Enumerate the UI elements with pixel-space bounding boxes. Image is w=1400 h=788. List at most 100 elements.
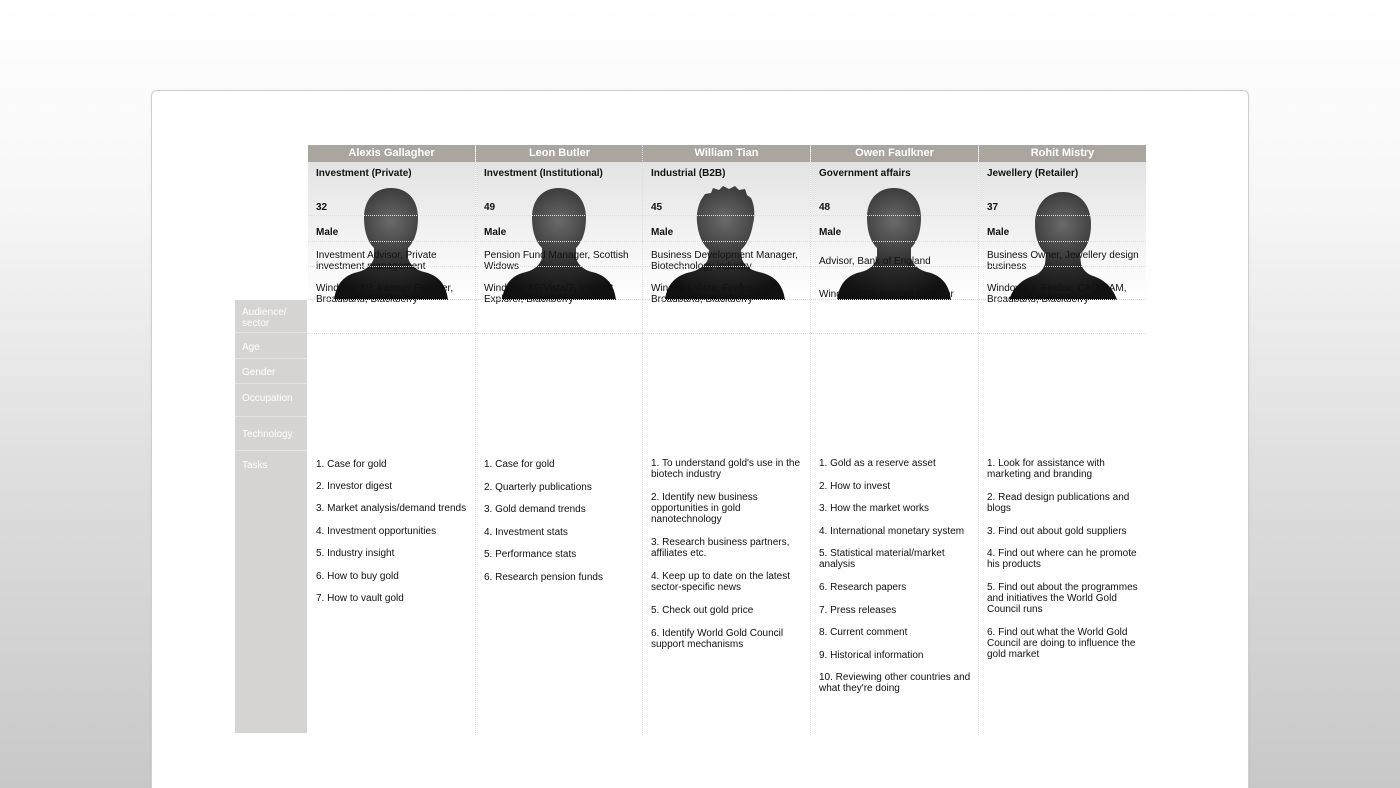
task-item: 5. Performance stats	[484, 549, 577, 560]
task-item: 1. Case for gold	[316, 459, 387, 470]
persona-age: 49	[484, 202, 496, 213]
column-divider	[475, 145, 476, 735]
row-divider	[811, 299, 978, 300]
task-item: 4. International monetary system	[819, 526, 965, 537]
row-divider	[979, 333, 1146, 334]
task-item: 3. Gold demand trends	[484, 504, 586, 515]
task-item: 5. Find out about the programmes and ini…	[987, 582, 1138, 615]
task-item: 5. Check out gold price	[651, 605, 754, 616]
task-item: 6. Research papers	[819, 582, 907, 593]
column-divider	[810, 145, 811, 735]
persona-technology: Windows XP/Vista/7, Internet Explorer, B…	[484, 283, 614, 305]
persona-column: Alexis Gallagher Investment (Private) 32 Ma…	[308, 145, 475, 735]
row-divider	[476, 266, 643, 267]
row-label-gender: Gender	[235, 359, 307, 384]
row-divider	[643, 241, 810, 242]
persona-name: Alexis Gallagher	[308, 145, 475, 162]
persona-occupation: Pension Fund Manager, Scottish Widows	[484, 250, 629, 272]
task-item: 3. Find out about gold suppliers	[987, 526, 1127, 537]
persona-occupation: Investment Advisor, Private investment m…	[316, 250, 437, 272]
persona-gender: Male	[316, 227, 339, 238]
column-divider	[978, 145, 979, 735]
row-label-occupation: Occupation	[235, 384, 307, 417]
task-item: 7. Press releases	[819, 605, 897, 616]
task-item: 8. Current comment	[819, 627, 908, 638]
row-divider	[308, 266, 475, 267]
row-divider	[643, 266, 810, 267]
persona-age: 32	[316, 202, 328, 213]
row-divider	[811, 266, 978, 267]
row-divider	[811, 215, 978, 216]
row-divider	[308, 333, 475, 334]
row-divider	[308, 299, 475, 300]
task-item: 5. Statistical material/market analysis	[819, 548, 945, 570]
task-item: 9. Historical information	[819, 650, 924, 661]
row-label-column: Audience/ sector Age Gender Occupation T…	[235, 300, 307, 733]
task-item: 10. Reviewing other countries and what t…	[819, 672, 971, 694]
row-divider	[811, 333, 978, 334]
persona-technology: Windows XP, Internet Explorer, Broadband…	[316, 283, 454, 305]
persona-name: Rohit Mistry	[979, 145, 1146, 162]
row-divider	[476, 241, 643, 242]
row-divider	[979, 215, 1146, 216]
persona-name: Leon Butler	[476, 145, 643, 162]
task-item: 4. Investment stats	[484, 527, 568, 538]
persona-audience: Investment (Institutional)	[484, 168, 603, 179]
persona-name: William Tian	[643, 145, 810, 162]
task-item: 7. How to vault gold	[316, 593, 404, 604]
task-item: 6. Find out what the World Gold Council …	[987, 627, 1136, 660]
row-divider	[811, 241, 978, 242]
task-item: 6. Research pension funds	[484, 572, 603, 583]
task-item: 6. Identify World Gold Council support m…	[651, 628, 784, 650]
persona-gender: Male	[484, 227, 507, 238]
task-item: 1. Look for assistance with marketing an…	[987, 458, 1105, 480]
task-item: 2. Read design publications and blogs	[987, 492, 1130, 514]
row-divider	[643, 215, 810, 216]
persona-occupation: Business Development Manager, Biotechnol…	[651, 250, 798, 272]
task-item: 3. Market analysis/demand trends	[316, 503, 467, 514]
row-label-technology: Technology	[235, 417, 307, 451]
row-divider	[643, 299, 810, 300]
persona-age: 45	[651, 202, 663, 213]
task-item: 6. How to buy gold	[316, 571, 399, 582]
task-item: 2. Identify new business opportunities i…	[651, 492, 758, 525]
row-divider	[476, 333, 643, 334]
persona-column: Rohit Mistry Jewellery (Retailer) 37 Male Bu…	[979, 145, 1146, 735]
task-item: 5. Industry insight	[316, 548, 395, 559]
persona-technology: Windows Vista, Firefox, Broadband, Black…	[651, 283, 756, 305]
persona-audience: Government affairs	[819, 168, 911, 179]
task-item: 3. Research business partners, affiliate…	[651, 537, 790, 559]
row-divider	[308, 215, 475, 216]
persona-gender: Male	[987, 227, 1010, 238]
row-divider	[476, 299, 643, 300]
task-item: 1. Gold as a reserve asset	[819, 458, 936, 469]
persona-audience: Jewellery (Retailer)	[987, 168, 1079, 179]
persona-technology: Windows 7, Firefox, CAD/CAM, Broadband, …	[987, 283, 1127, 305]
task-item: 2. Quarterly publications	[484, 482, 592, 493]
row-divider	[979, 266, 1146, 267]
row-divider	[476, 215, 643, 216]
task-item: 4. Keep up to date on the latest sector-…	[651, 571, 790, 593]
row-divider	[643, 333, 810, 334]
persona-gender: Male	[819, 227, 842, 238]
row-divider	[979, 241, 1146, 242]
persona-age: 48	[819, 202, 831, 213]
row-label-age: Age	[235, 333, 307, 359]
persona-occupation: Business Owner, Jewellery design busines…	[987, 250, 1139, 272]
column-divider	[642, 145, 643, 735]
task-item: 2. How to invest	[819, 481, 891, 492]
task-item: 3. How the market works	[819, 503, 930, 514]
persona-column: William Tian Industrial (B2B) 45 Male Busine…	[643, 145, 810, 735]
task-item: 1. Case for gold	[484, 459, 555, 470]
row-label-tasks: Tasks	[242, 460, 268, 471]
persona-audience: Investment (Private)	[316, 168, 412, 179]
persona-column: Owen Faulkner Government affairs 48 Male Adv…	[811, 145, 978, 735]
row-divider	[308, 241, 475, 242]
task-item: 1. To understand gold's use in the biote…	[651, 458, 801, 480]
task-item: 2. Investor digest	[316, 481, 393, 492]
row-divider	[979, 299, 1146, 300]
task-item: 4. Find out where can he promote his pro…	[987, 548, 1137, 570]
task-item: 4. Investment opportunities	[316, 526, 437, 537]
persona-gender: Male	[651, 227, 674, 238]
persona-name: Owen Faulkner	[811, 145, 978, 162]
